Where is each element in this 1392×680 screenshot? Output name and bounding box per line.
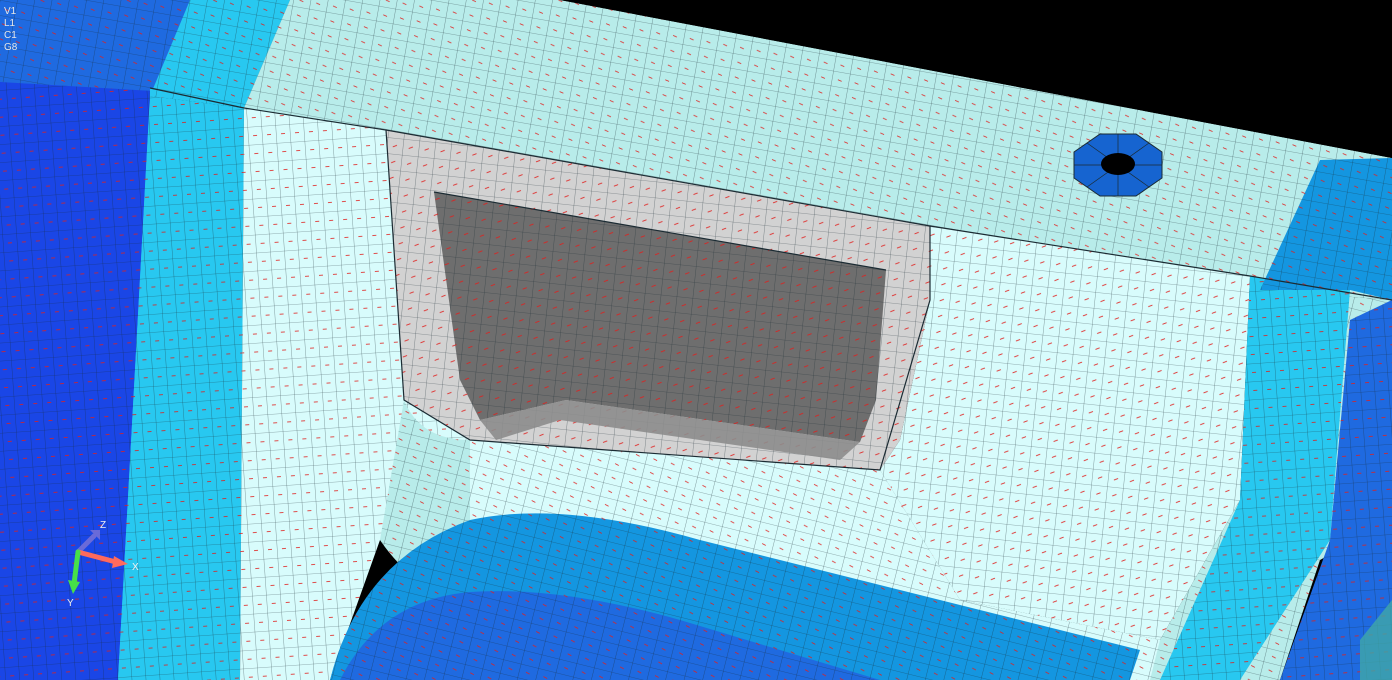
x-axis-arrow	[75, 549, 119, 565]
bolt-hole[interactable]	[1073, 133, 1163, 197]
viewport-overlay-labels: V1 L1 C1 G8	[4, 6, 17, 54]
mesh-canvas[interactable]	[0, 0, 1392, 680]
z-axis-label: Z	[100, 520, 106, 531]
z-axis-arrow	[75, 533, 97, 555]
overlay-label-view: V1	[4, 6, 17, 17]
overlay-label-load: L1	[4, 18, 16, 29]
fem-mesh-viewport[interactable]: V1 L1 C1 G8 X Y Z	[0, 0, 1392, 680]
y-axis-arrow	[71, 549, 81, 587]
x-axis-label: X	[132, 562, 139, 573]
overlay-label-group: G8	[4, 42, 18, 53]
overlay-label-constraint: C1	[4, 30, 17, 41]
axis-triad: X Y Z	[67, 520, 139, 609]
y-axis-label: Y	[67, 598, 74, 609]
x-axis-arrowhead	[112, 556, 128, 568]
y-axis-arrowhead	[68, 580, 80, 594]
